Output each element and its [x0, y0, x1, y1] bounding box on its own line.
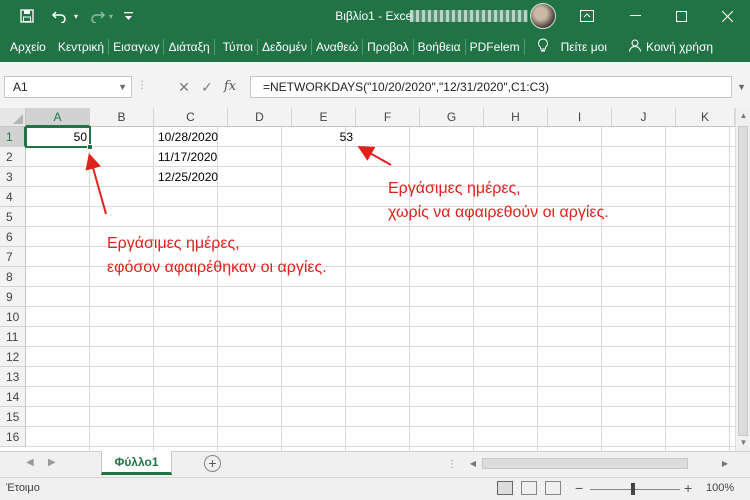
annotation-arrows — [85, 146, 392, 215]
zoom-level[interactable]: 100% — [706, 482, 734, 494]
normal-view-icon[interactable] — [497, 481, 513, 495]
sheet-tab[interactable]: Φύλλο1 — [101, 451, 172, 475]
next-sheet-icon[interactable]: ▶ — [48, 457, 56, 468]
prev-sheet-icon[interactable]: ◀ — [26, 457, 34, 468]
vertical-scroll-thumb[interactable] — [738, 126, 748, 436]
tab-split-handle[interactable]: ⋮ — [447, 459, 457, 470]
zoom-in-button[interactable]: + — [684, 480, 692, 496]
vertical-scrollbar[interactable]: ▲ ▼ — [735, 108, 750, 451]
arrow-to-e1 — [357, 146, 392, 166]
horizontal-scrollbar[interactable]: ◀ ▶ — [466, 456, 732, 471]
zoom-slider-thumb[interactable] — [631, 483, 635, 495]
status-text: Έτοιμο — [6, 482, 40, 494]
page-layout-view-icon[interactable] — [521, 481, 537, 495]
sheet-tabs-bar: ◀ ▶ Φύλλο1 + ⋮ ◀ ▶ — [0, 451, 750, 477]
horizontal-scroll-thumb[interactable] — [482, 458, 688, 469]
zoom-out-button[interactable]: − — [575, 480, 583, 496]
scroll-up-icon[interactable]: ▲ — [736, 108, 750, 124]
zoom-slider[interactable] — [590, 489, 680, 490]
add-sheet-button[interactable]: + — [204, 455, 221, 472]
status-bar: Έτοιμο − + 100% — [0, 477, 750, 500]
page-break-view-icon[interactable] — [545, 481, 561, 495]
scroll-right-icon[interactable]: ▶ — [718, 456, 732, 471]
arrow-to-a1 — [85, 153, 107, 215]
scroll-down-icon[interactable]: ▼ — [736, 435, 750, 451]
scroll-left-icon[interactable]: ◀ — [466, 456, 480, 471]
